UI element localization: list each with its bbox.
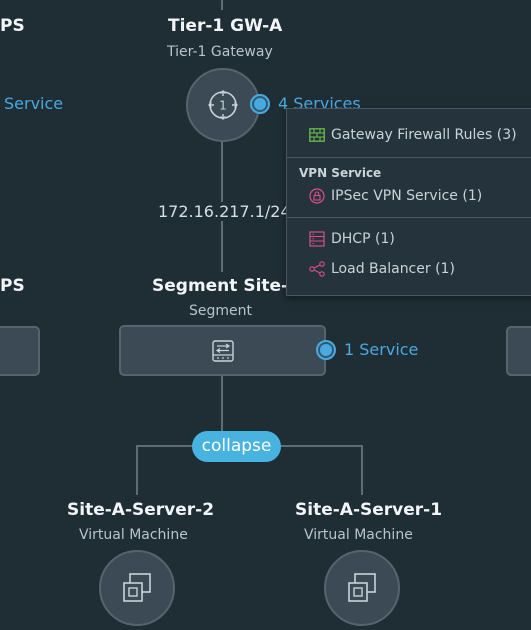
popup-divider	[287, 217, 531, 218]
services-popup: Gateway Firewall Rules (3) VPN Service I…	[286, 108, 531, 296]
vm-left-title: Site-A-Server-2	[67, 500, 215, 520]
router-icon: 1	[208, 90, 238, 120]
firewall-rules-label: Gateway Firewall Rules (3)	[331, 127, 517, 143]
segment-switch-icon	[211, 339, 234, 362]
left-partial-top-title: PS	[0, 16, 25, 36]
load-balancer-label: Load Balancer (1)	[331, 261, 455, 277]
segment-node[interactable]	[119, 325, 326, 376]
dhcp-label: DHCP (1)	[331, 231, 395, 247]
vm-icon	[123, 573, 151, 602]
segment-title: Segment Site-A	[152, 276, 302, 296]
tier1-title: Tier-1 GW-A	[168, 16, 283, 36]
firewall-rules-item[interactable]: Gateway Firewall Rules (3)	[309, 127, 517, 143]
branch-left-vertical	[136, 445, 138, 495]
load-balancer-item[interactable]: Load Balancer (1)	[309, 261, 455, 277]
vpn-section-heading: VPN Service	[299, 166, 382, 180]
left-partial-node[interactable]	[0, 326, 40, 376]
popup-divider	[287, 157, 531, 158]
vm-right-node[interactable]	[324, 550, 400, 626]
tier1-subtitle: Tier-1 Gateway	[167, 44, 273, 60]
connector-segment-vms	[221, 376, 223, 436]
firewall-icon	[309, 128, 325, 142]
left-partial-service-link[interactable]: Service	[4, 94, 63, 113]
tier1-gateway-node[interactable]: 1	[186, 68, 260, 142]
ipsec-vpn-item[interactable]: IPSec VPN Service (1)	[309, 188, 482, 204]
dhcp-item[interactable]: DHCP (1)	[309, 231, 395, 247]
vm-right-title: Site-A-Server-1	[295, 500, 443, 520]
ipsec-vpn-label: IPSec VPN Service (1)	[331, 188, 483, 204]
segment-services-link[interactable]: 1 Service	[344, 340, 418, 359]
segment-services-dot[interactable]	[316, 340, 336, 360]
right-partial-node[interactable]	[506, 326, 531, 376]
vm-left-node[interactable]	[99, 550, 175, 626]
tier1-services-dot[interactable]	[250, 94, 270, 114]
vm-right-subtitle: Virtual Machine	[304, 527, 413, 543]
collapse-button[interactable]: collapse	[192, 431, 281, 462]
vm-left-subtitle: Virtual Machine	[79, 527, 188, 543]
segment-subtitle: Segment	[189, 303, 252, 319]
vm-icon	[348, 573, 376, 602]
dhcp-icon	[309, 231, 325, 247]
branch-right-vertical	[361, 445, 363, 495]
left-partial-mid-title: PS	[0, 276, 25, 296]
svg-text:1: 1	[219, 99, 227, 113]
load-balancer-icon	[309, 261, 325, 277]
vpn-lock-icon	[309, 188, 325, 204]
connector-top	[221, 0, 223, 10]
tier1-ip-address: 172.16.217.1/24	[158, 202, 291, 221]
